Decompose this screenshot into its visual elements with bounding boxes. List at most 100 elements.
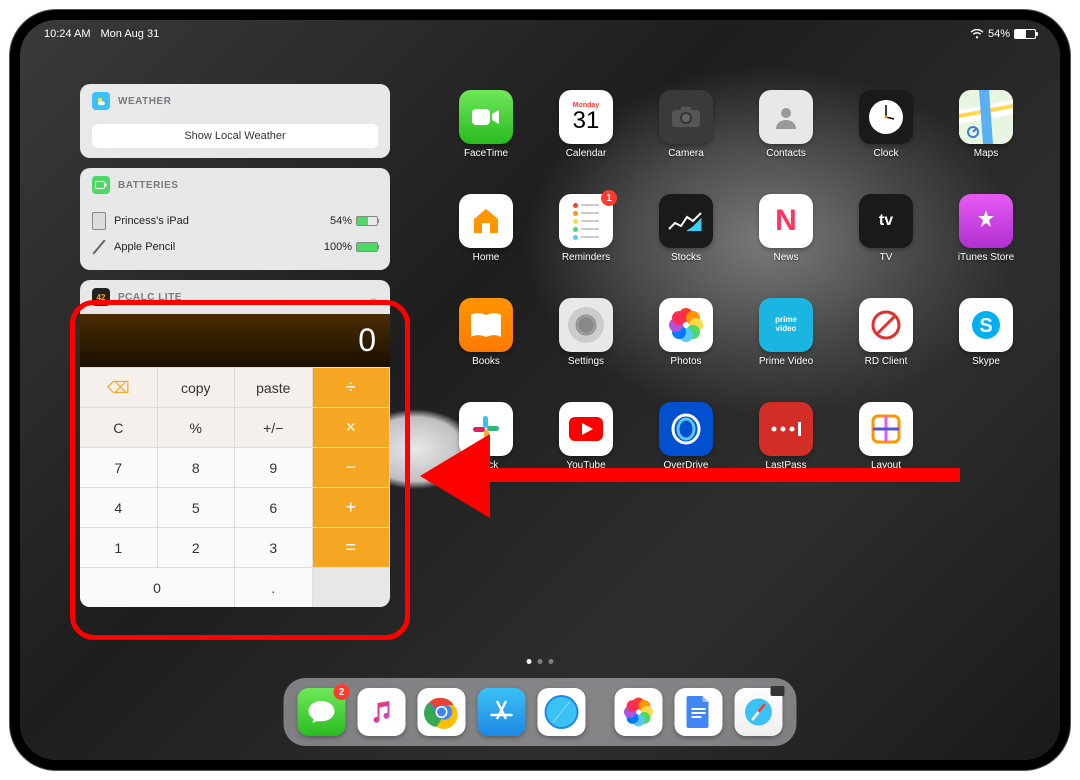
calc-equals[interactable]: =: [313, 527, 391, 567]
page-indicator[interactable]: [527, 659, 554, 664]
ipad-screen: 10:24 AM Mon Aug 31 54% WEATHER Show Loc…: [20, 20, 1060, 760]
app-camera[interactable]: Camera: [640, 90, 732, 186]
app-itunes[interactable]: iTunes Store: [940, 194, 1032, 290]
home-icon: [459, 194, 513, 248]
today-widgets[interactable]: WEATHER Show Local Weather BATTERIES Pri…: [80, 84, 390, 617]
calc-9[interactable]: 9: [235, 447, 313, 487]
calc-divide[interactable]: ÷: [313, 367, 391, 407]
rd-client-icon: [859, 298, 913, 352]
overdrive-icon: [659, 402, 713, 456]
dock-messages[interactable]: 2: [298, 688, 346, 736]
app-label: Photos: [670, 356, 701, 367]
calendar-icon: Monday31: [559, 90, 613, 144]
app-slack[interactable]: Slack: [440, 402, 532, 498]
dock-appstore[interactable]: [478, 688, 526, 736]
ipad-frame: 10:24 AM Mon Aug 31 54% WEATHER Show Loc…: [10, 10, 1070, 770]
app-photos[interactable]: Photos: [640, 298, 732, 394]
dock-chrome[interactable]: [418, 688, 466, 736]
calc-add[interactable]: +: [313, 487, 391, 527]
app-label: Books: [472, 356, 500, 367]
app-youtube[interactable]: YouTube: [540, 402, 632, 498]
pcalc-widget[interactable]: 42 PCALC LITE ⌄ 0 ⌫ copy paste ÷ C % +/−…: [80, 280, 390, 607]
calc-2[interactable]: 2: [158, 527, 236, 567]
weather-widget[interactable]: WEATHER Show Local Weather: [80, 84, 390, 158]
camera-icon: [659, 90, 713, 144]
app-label: Home: [473, 252, 500, 263]
app-reminders[interactable]: 1Reminders: [540, 194, 632, 290]
layout-icon: [859, 402, 913, 456]
app-skype[interactable]: SSkype: [940, 298, 1032, 394]
calc-7[interactable]: 7: [80, 447, 158, 487]
calc-0[interactable]: 0: [80, 567, 235, 607]
app-lastpass[interactable]: LastPass: [740, 402, 832, 498]
app-label: News: [773, 252, 798, 263]
app-label: iTunes Store: [958, 252, 1014, 263]
calc-4[interactable]: 4: [80, 487, 158, 527]
app-label: Prime Video: [759, 356, 813, 367]
app-maps[interactable]: Maps: [940, 90, 1032, 186]
battery-pct: 54%: [330, 215, 352, 227]
app-rd-client[interactable]: RD Client: [840, 298, 932, 394]
app-facetime[interactable]: FaceTime: [440, 90, 532, 186]
calc-paste[interactable]: paste: [235, 367, 313, 407]
show-local-weather-button[interactable]: Show Local Weather: [92, 124, 378, 148]
app-label: Contacts: [766, 148, 805, 159]
app-stocks[interactable]: Stocks: [640, 194, 732, 290]
ipad-device-icon: [92, 212, 106, 230]
wifi-icon: [970, 29, 984, 39]
app-books[interactable]: Books: [440, 298, 532, 394]
calc-8[interactable]: 8: [158, 447, 236, 487]
messages-badge: 2: [334, 684, 350, 700]
tv-icon: tv: [859, 194, 913, 248]
calc-3[interactable]: 3: [235, 527, 313, 567]
app-label: Settings: [568, 356, 604, 367]
app-settings[interactable]: Settings: [540, 298, 632, 394]
app-label: RD Client: [865, 356, 908, 367]
pcalc-icon: 42: [92, 288, 110, 306]
batteries-widget[interactable]: BATTERIES Princess's iPad 54% Apple Penc…: [80, 168, 390, 270]
prime-video-icon: primevideo: [759, 298, 813, 352]
clock-icon: [859, 90, 913, 144]
books-icon: [459, 298, 513, 352]
battery-name: Apple Pencil: [114, 241, 175, 253]
app-label: Camera: [668, 148, 704, 159]
reminders-badge: 1: [601, 190, 617, 206]
calc-dot[interactable]: .: [235, 567, 313, 607]
battery-row-pencil: Apple Pencil 100%: [92, 234, 378, 260]
dock-divider: [600, 691, 601, 733]
app-overdrive[interactable]: OverDrive: [640, 402, 732, 498]
dock-music[interactable]: [358, 688, 406, 736]
calc-copy[interactable]: copy: [158, 367, 236, 407]
app-news[interactable]: N News: [740, 194, 832, 290]
dock-safari[interactable]: [538, 688, 586, 736]
app-prime-video[interactable]: primevideo Prime Video: [740, 298, 832, 394]
lastpass-icon: [759, 402, 813, 456]
mini-battery-icon: [356, 242, 378, 252]
news-icon: N: [759, 194, 813, 248]
app-layout[interactable]: Layout: [840, 402, 932, 498]
dock-recent-photos[interactable]: [615, 688, 663, 736]
battery-name: Princess's iPad: [114, 215, 189, 227]
calc-6[interactable]: 6: [235, 487, 313, 527]
app-clock[interactable]: Clock: [840, 90, 932, 186]
calc-percent[interactable]: %: [158, 407, 236, 447]
app-calendar[interactable]: Monday31Calendar: [540, 90, 632, 186]
app-tv[interactable]: tvTV: [840, 194, 932, 290]
app-home[interactable]: Home: [440, 194, 532, 290]
calc-clear[interactable]: C: [80, 407, 158, 447]
app-label: Layout: [871, 460, 901, 471]
calc-plusminus[interactable]: +/−: [235, 407, 313, 447]
chevron-down-icon[interactable]: ⌄: [369, 291, 378, 304]
dock-handoff-safari[interactable]: [735, 688, 783, 736]
calc-delete[interactable]: ⌫: [80, 367, 158, 407]
calc-5[interactable]: 5: [158, 487, 236, 527]
dock-recent-docs[interactable]: [675, 688, 723, 736]
app-label: LastPass: [765, 460, 806, 471]
calc-multiply[interactable]: ×: [313, 407, 391, 447]
settings-icon: [559, 298, 613, 352]
calc-subtract[interactable]: −: [313, 447, 391, 487]
app-contacts[interactable]: Contacts: [740, 90, 832, 186]
battery-icon: [1014, 29, 1036, 39]
battery-row-ipad: Princess's iPad 54%: [92, 208, 378, 234]
calc-1[interactable]: 1: [80, 527, 158, 567]
